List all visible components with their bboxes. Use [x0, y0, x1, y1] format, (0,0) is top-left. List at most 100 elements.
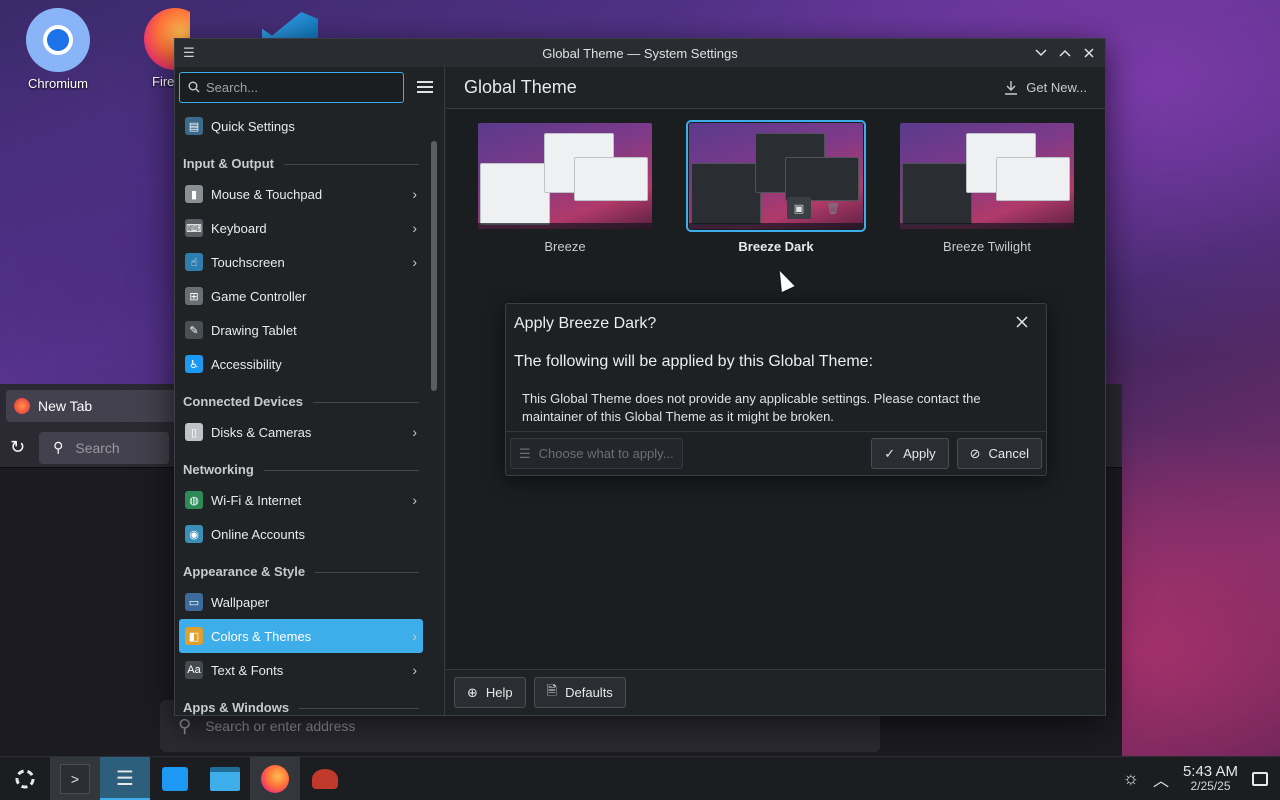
hamburger-menu-button[interactable]: [412, 73, 440, 101]
taskbar-firefox[interactable]: [250, 756, 300, 800]
sidebar-item-colors-themes[interactable]: ◧ Colors & Themes ›: [179, 619, 423, 653]
store-icon: [162, 766, 188, 791]
clock-date: 2/25/25: [1190, 778, 1231, 793]
chevron-right-icon: ›: [412, 492, 417, 508]
brightness-icon[interactable]: ☼: [1122, 768, 1139, 789]
window-title: Global Theme — System Settings: [542, 45, 738, 61]
firefox-favicon-icon: [14, 398, 30, 414]
sidebar-item-label: Keyboard: [211, 220, 267, 236]
search-icon: ⚲: [178, 715, 192, 736]
theme-card-breeze[interactable]: Breeze: [476, 123, 654, 254]
settings-icon: ☰: [116, 768, 134, 790]
taskbar-app[interactable]: [300, 757, 350, 800]
terminal-icon: >: [60, 763, 90, 794]
choose-what-to-apply-button[interactable]: ☰ Choose what to apply...: [510, 438, 683, 469]
sidebar-item-disks-cameras[interactable]: ▯ Disks & Cameras ›: [179, 415, 423, 449]
browser-tab[interactable]: New Tab: [6, 390, 176, 422]
chevron-right-icon: ›: [412, 254, 417, 270]
desktop-icon-chromium[interactable]: Chromium: [13, 8, 103, 91]
touchscreen-icon: ☝: [185, 253, 203, 271]
dialog-heading: The following will be applied by this Gl…: [514, 353, 874, 370]
defaults-button[interactable]: 🗎 Defaults: [533, 677, 626, 708]
sidebar-item-game-controller[interactable]: ⊞ Game Controller: [179, 279, 423, 313]
search-icon: ⚲: [53, 439, 64, 455]
browser-search-placeholder: Search: [75, 439, 120, 456]
accounts-icon: ◉: [185, 525, 203, 543]
sidebar-item-online-accounts[interactable]: ◉ Online Accounts: [179, 517, 423, 551]
taskbar-system-settings[interactable]: ☰: [100, 756, 150, 800]
sidebar-search-input[interactable]: Search...: [179, 71, 405, 103]
dialog-title: Apply Breeze Dark?: [514, 315, 657, 332]
browser-search-box[interactable]: ⚲ Search: [39, 431, 170, 464]
fonts-icon: Aa: [185, 661, 203, 679]
apply-button[interactable]: ✓ Apply: [871, 438, 949, 469]
dialog-close-button[interactable]: [1012, 312, 1032, 332]
app-icon: [312, 768, 338, 789]
chevron-right-icon: ›: [412, 628, 417, 644]
chevron-right-icon: ›: [412, 220, 417, 236]
window-titlebar[interactable]: ☰ Global Theme — System Settings: [175, 39, 1105, 67]
sidebar-item-quick-settings[interactable]: ▤ Quick Settings: [179, 109, 423, 143]
sidebar-item-label: Disks & Cameras: [211, 424, 312, 440]
help-icon: ⊕: [467, 684, 478, 700]
preview-image-icon[interactable]: ▣: [787, 197, 811, 219]
reload-icon[interactable]: ↻: [6, 437, 25, 458]
sidebar-item-wallpaper[interactable]: ▭ Wallpaper: [179, 585, 423, 619]
taskbar-dolphin[interactable]: [200, 757, 250, 800]
sidebar-item-touchscreen[interactable]: ☝ Touchscreen ›: [179, 245, 423, 279]
close-button[interactable]: [1079, 43, 1099, 63]
sidebar-scrollbar[interactable]: [431, 141, 437, 391]
sidebar-item-wi-fi-internet[interactable]: ◍ Wi-Fi & Internet ›: [179, 483, 423, 517]
checkmark-icon: ✓: [884, 445, 896, 461]
clock[interactable]: 5:43 AM 2/25/25: [1183, 764, 1238, 794]
page-footer: ⊕ Help 🗎 Defaults: [446, 669, 1105, 715]
download-icon: [1005, 80, 1018, 95]
apply-theme-dialog: Apply Breeze Dark? The following will be…: [505, 303, 1047, 476]
theme-card-breeze-dark[interactable]: ▣ 🗑 Breeze Dark: [686, 120, 866, 254]
sidebar-item-label: Mouse & Touchpad: [211, 186, 323, 202]
section-label: Connected Devices: [183, 394, 303, 409]
sidebar-item-accessibility[interactable]: ♿ Accessibility: [179, 347, 423, 381]
url-placeholder: Search or enter address: [205, 718, 356, 734]
sidebar-section-header: Appearance & Style: [179, 551, 423, 585]
sidebar-item-label: Touchscreen: [211, 254, 285, 270]
sidebar-item-drawing-tablet[interactable]: ✎ Drawing Tablet: [179, 313, 423, 347]
show-desktop-icon[interactable]: [1252, 771, 1268, 786]
taskbar-konsole[interactable]: >: [50, 756, 100, 800]
list-icon: ☰: [519, 445, 531, 461]
sidebar-item-label: Text & Fonts: [211, 662, 284, 678]
theme-card-breeze-twilight[interactable]: Breeze Twilight: [898, 123, 1076, 254]
maximize-button[interactable]: [1055, 43, 1075, 63]
search-icon: [188, 81, 200, 93]
section-label: Input & Output: [183, 156, 274, 171]
sidebar-item-label: Online Accounts: [211, 526, 305, 542]
settings-app-icon[interactable]: ☰: [175, 45, 203, 61]
application-launcher-button[interactable]: [0, 757, 50, 800]
page-title: Global Theme: [464, 77, 577, 97]
sidebar-item-label: Accessibility: [211, 356, 282, 372]
accessibility-icon: ♿: [185, 355, 203, 373]
chevron-up-icon[interactable]: ︿: [1153, 767, 1169, 791]
colors-icon: ◧: [185, 627, 203, 645]
sidebar-item-label: Wallpaper: [211, 594, 270, 610]
mouse-icon: ▮: [185, 185, 203, 203]
trash-icon: 🗑: [826, 202, 840, 215]
taskbar-discover[interactable]: [150, 757, 200, 800]
help-button[interactable]: ⊕ Help: [454, 677, 526, 708]
choose-label: Choose what to apply...: [538, 446, 674, 461]
launcher-icon: [15, 769, 35, 788]
defaults-label: Defaults: [565, 685, 613, 700]
section-label: Apps & Windows: [183, 700, 290, 715]
sidebar-item-mouse-touchpad[interactable]: ▮ Mouse & Touchpad ›: [179, 177, 423, 211]
sidebar-item-keyboard[interactable]: ⌨ Keyboard ›: [179, 211, 423, 245]
globe-icon: ◍: [185, 491, 203, 509]
theme-preview: ▣ 🗑: [686, 120, 866, 232]
cancel-button[interactable]: ⊘ Cancel: [956, 438, 1042, 469]
theme-preview: [900, 123, 1074, 229]
close-icon: [1016, 316, 1028, 328]
help-label: Help: [485, 685, 513, 700]
sidebar-item-text-fonts[interactable]: Aa Text & Fonts ›: [179, 653, 423, 687]
minimize-button[interactable]: [1031, 43, 1051, 63]
desktop-icon-label: Chromium: [28, 76, 88, 91]
get-new-button[interactable]: Get New...: [1004, 80, 1087, 96]
